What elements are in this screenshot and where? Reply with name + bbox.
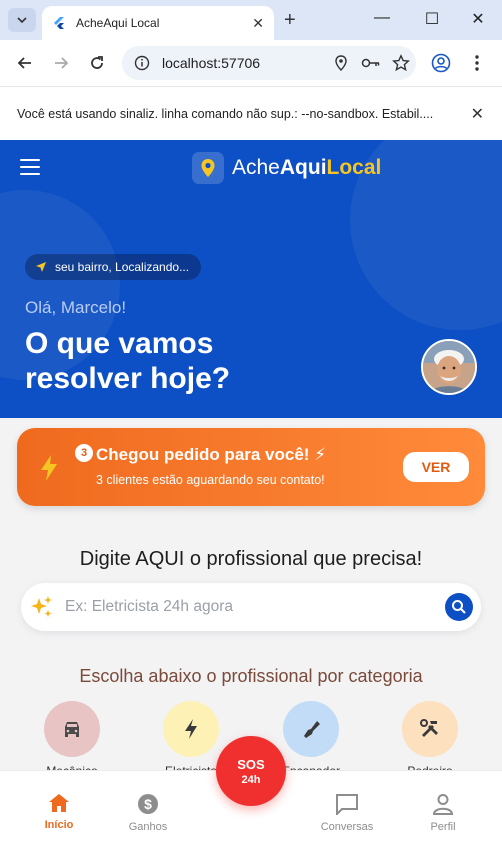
profile-button[interactable] xyxy=(430,52,452,74)
logo-text-part2: Aqui xyxy=(279,156,327,179)
app-logo: Ache Aqui Local xyxy=(192,152,381,184)
hero-header: Ache Aqui Local seu bairro, Localizando...… xyxy=(0,140,502,418)
location-pin-icon[interactable] xyxy=(326,46,356,80)
nav-home-label: Início xyxy=(44,819,74,831)
new-request-alert[interactable]: 3 Chegou pedido para você! ⚡ 3 clientes … xyxy=(17,428,485,506)
chevron-down-icon xyxy=(17,17,27,24)
reload-button[interactable] xyxy=(86,52,108,74)
search-input[interactable]: Ex: Eletricista 24h agora xyxy=(65,598,233,616)
reload-icon xyxy=(91,56,103,69)
arrow-right-icon xyxy=(55,57,69,69)
map-pin-icon xyxy=(192,152,224,184)
category-mechanic[interactable] xyxy=(44,701,100,757)
nav-chats[interactable]: Conversas xyxy=(307,793,387,833)
category-plumber[interactable] xyxy=(283,701,339,757)
browser-tab[interactable]: AcheAqui Local ✕ xyxy=(42,6,274,40)
sos-sublabel: 24h xyxy=(241,773,261,786)
logo-text-part3: Local xyxy=(326,156,382,179)
search-title: Digite AQUI o profissional que precisa! xyxy=(79,548,423,570)
tab-search-button[interactable] xyxy=(8,8,36,32)
sos-label: SOS xyxy=(237,756,265,772)
browser-toolbar: localhost:57706 xyxy=(0,40,502,86)
page-title: O que vamos resolver hoje? xyxy=(25,327,231,395)
minimize-button[interactable]: — xyxy=(372,9,392,27)
info-bar-message: Você está usando sinaliz. linha comando … xyxy=(17,106,434,121)
view-button[interactable]: VER xyxy=(403,452,469,482)
home-icon xyxy=(49,794,69,812)
nav-earnings[interactable]: $ Ganhos xyxy=(108,793,188,833)
nav-chats-label: Conversas xyxy=(320,821,374,833)
dollar-icon: $ xyxy=(138,794,158,814)
search-button[interactable] xyxy=(445,593,473,621)
flutter-icon xyxy=(54,17,64,29)
wrench-icon xyxy=(304,721,320,738)
site-info-icon[interactable] xyxy=(132,53,152,73)
maximize-button[interactable]: ☐ xyxy=(422,9,442,29)
search-icon xyxy=(452,600,466,614)
browser-menu-button[interactable] xyxy=(466,52,488,74)
greeting: Olá, Marcelo! xyxy=(25,298,127,317)
account-icon xyxy=(431,53,451,73)
new-tab-button[interactable]: + xyxy=(284,9,296,32)
car-icon xyxy=(65,722,79,737)
search-bar[interactable]: Ex: Eletricista 24h agora xyxy=(21,583,481,631)
lightning-icon xyxy=(41,455,57,481)
alert-title: Chegou pedido para você! ⚡ xyxy=(96,445,327,464)
info-bar: Você está usando sinaliz. linha comando … xyxy=(0,86,502,140)
location-chip[interactable]: seu bairro, Localizando... xyxy=(25,254,202,280)
chat-icon xyxy=(336,794,358,815)
browser-chrome: AcheAqui Local ✕ + — ☐ ✕ localhost:57706 xyxy=(0,0,502,140)
notification-count-badge: 3 xyxy=(75,444,93,462)
hammer-wrench-icon xyxy=(420,719,438,737)
svg-text:$: $ xyxy=(144,796,152,812)
address-bar[interactable]: localhost:57706 xyxy=(122,46,416,80)
category-mason[interactable] xyxy=(402,701,458,757)
sos-button[interactable]: SOS 24h xyxy=(216,736,286,806)
nav-profile-label: Perfil xyxy=(430,821,456,833)
back-button[interactable] xyxy=(14,52,36,74)
navigation-arrow-icon xyxy=(36,262,46,272)
arrow-left-icon xyxy=(17,57,31,69)
close-icon[interactable]: ✕ xyxy=(471,104,484,124)
tab-title: AcheAqui Local xyxy=(76,16,160,30)
close-window-button[interactable]: ✕ xyxy=(468,9,488,29)
nav-profile[interactable]: Perfil xyxy=(403,793,483,833)
location-text: seu bairro, Localizando... xyxy=(55,260,190,274)
key-icon[interactable] xyxy=(356,46,386,80)
avatar[interactable] xyxy=(421,339,477,395)
star-icon[interactable] xyxy=(386,46,416,80)
nav-home[interactable]: Início xyxy=(19,793,99,831)
forward-button[interactable] xyxy=(50,52,72,74)
category-electrician[interactable] xyxy=(163,701,219,757)
url-text[interactable]: localhost:57706 xyxy=(162,55,326,71)
menu-icon[interactable] xyxy=(20,159,40,175)
alert-subtitle: 3 clientes estão aguardando seu contato! xyxy=(96,473,325,487)
category-title: Escolha abaixo o profissional por catego… xyxy=(79,666,423,686)
nav-earnings-label: Ganhos xyxy=(128,821,168,833)
more-vertical-icon xyxy=(475,55,479,71)
sparkles-icon xyxy=(31,596,52,617)
tab-strip: AcheAqui Local ✕ + — ☐ ✕ xyxy=(0,0,502,40)
close-tab-icon[interactable]: ✕ xyxy=(252,15,264,32)
bolt-icon xyxy=(185,719,197,739)
logo-text-part1: Ache xyxy=(232,156,280,179)
person-icon xyxy=(432,794,454,815)
